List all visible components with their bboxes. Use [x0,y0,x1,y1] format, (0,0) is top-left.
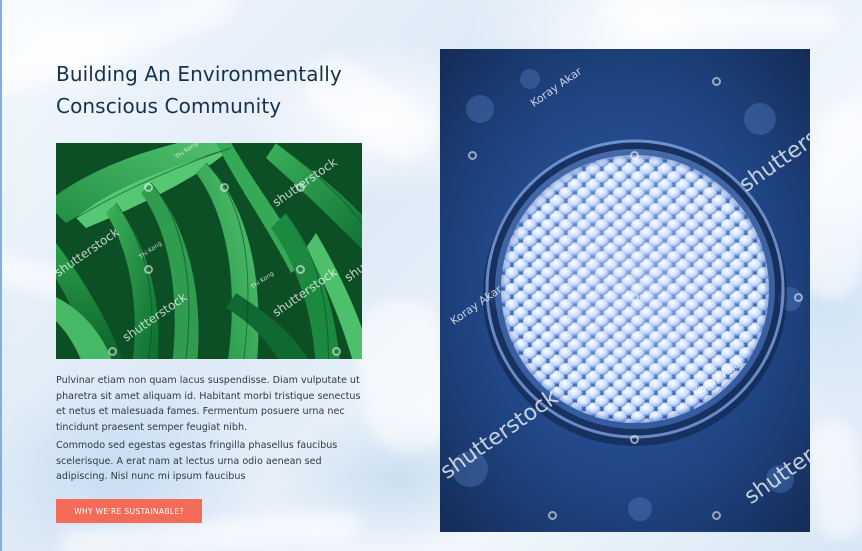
watermark-logo-icon [548,511,557,520]
body-paragraph-1: Pulvinar etiam non quam lacus suspendiss… [56,375,361,433]
watermark-logo-icon [220,183,229,192]
body-paragraph-2: Commodo sed egestas egestas fringilla ph… [56,440,338,482]
why-sustainable-button[interactable]: WHY WE'RE SUSTAINABLE? [56,499,202,523]
watermark-logo-icon [630,293,639,302]
watermark-logo-icon [712,77,721,86]
watermark-logo-icon [794,293,803,302]
watermark-logo-icon [144,265,153,274]
watermark-logo-icon [712,511,721,520]
watermark-logo-icon [630,435,639,444]
watermark-logo-icon [144,183,153,192]
watermark-logo-icon [108,347,117,356]
page-title: Building An Environmentally Conscious Co… [56,62,342,118]
watermark-logo-icon [630,151,639,160]
watermark-logo-icon [296,183,305,192]
watermark-logo-icon [296,265,305,274]
plastic-pellets-image: Koray Akar Koray Akar Koray Akar shutter… [440,49,810,532]
watermark-logo-icon [332,347,341,356]
green-leaves-image: shutterstock shutterstock shutterstock s… [56,143,362,359]
left-edge-accent [0,0,2,551]
watermark-logo-icon [468,151,477,160]
